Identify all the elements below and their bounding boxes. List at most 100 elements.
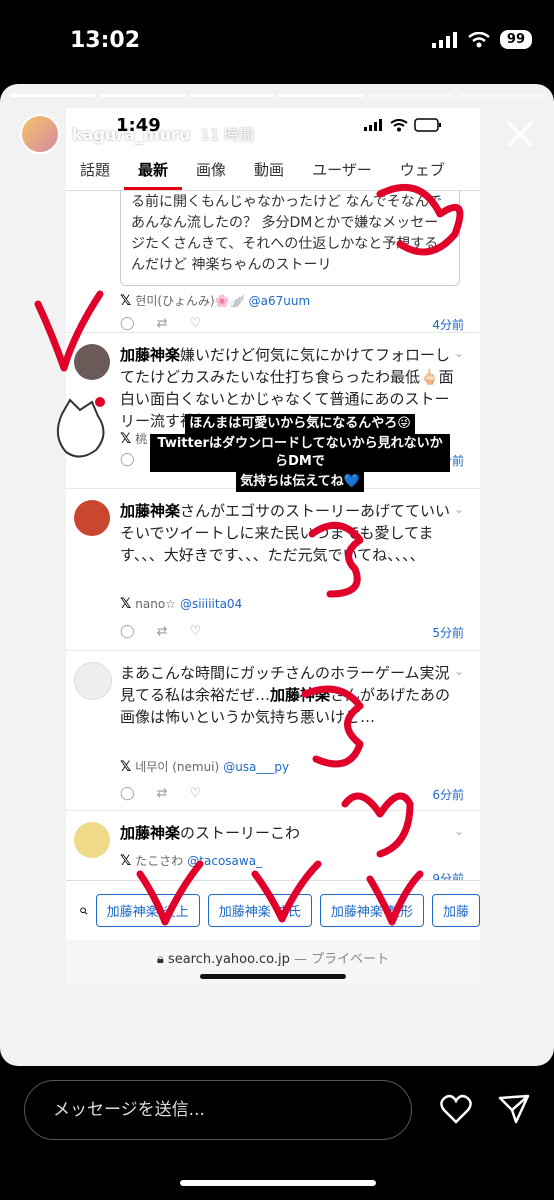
tweet-handle[interactable]: @a67uum	[249, 294, 311, 308]
tweet-user: 𝕏 nano☆ @siiiiita04	[120, 596, 242, 612]
tweet-actions: ◯ ⇄ ♡	[120, 316, 201, 331]
story-viewer[interactable]: 1:49 話題 最新 画像 動画 ユーザー ウェブ る前に開くもんじゃなかったけ…	[0, 84, 554, 1066]
overlay-line: ほんまは可愛いから気になるんやろ😜	[185, 414, 415, 434]
related-search-chip[interactable]: 加藤	[431, 894, 480, 927]
tweet-time[interactable]: 5分前	[432, 624, 464, 641]
x-logo-icon: 𝕏	[120, 596, 132, 612]
private-label: — プライベート	[293, 952, 390, 967]
tweet-actions: ◯ ⇄ ♡	[120, 624, 201, 639]
tab-trending[interactable]: 話題	[66, 152, 124, 190]
tab-images[interactable]: 画像	[182, 152, 240, 190]
reply-icon[interactable]: ◯	[120, 452, 135, 467]
avatar[interactable]	[74, 344, 110, 380]
x-logo-icon: 𝕏	[120, 292, 132, 309]
x-logo-icon: 𝕏	[120, 758, 132, 775]
close-icon[interactable]	[506, 120, 534, 148]
tweet-handle[interactable]: @usa___py	[223, 760, 289, 774]
heart-icon[interactable]	[440, 1094, 472, 1124]
tweet-username: nano☆	[135, 597, 176, 611]
related-search-chip[interactable]: 加藤神楽 整形	[319, 894, 424, 927]
status-time: 13:02	[70, 28, 141, 53]
more-options-icon[interactable]	[456, 131, 480, 137]
keyword-highlight: 加藤神楽	[120, 824, 181, 842]
tweet-text: 加藤神楽さんがエゴサのストーリーあげてていいそいでツイートしに来た民いつまでも愛…	[120, 500, 460, 566]
story-reply-bar: メッセージを送信...	[0, 1066, 554, 1200]
retweet-icon[interactable]: ⇄	[157, 624, 168, 639]
avatar[interactable]	[74, 822, 110, 858]
x-logo-icon: 𝕏	[120, 852, 132, 869]
tweet-time[interactable]: 4分前	[432, 316, 464, 333]
chevron-down-icon[interactable]: ⌄	[454, 664, 464, 678]
reply-icon[interactable]: ◯	[120, 624, 135, 639]
progress-segment	[10, 94, 96, 97]
avatar[interactable]	[74, 662, 112, 700]
tab-videos[interactable]: 動画	[240, 152, 298, 190]
tweet-handle[interactable]: @siiiiita04	[180, 597, 242, 611]
story-username[interactable]: kagura_muru	[72, 125, 190, 144]
search-icon	[80, 906, 88, 915]
keyword-highlight: 加藤神楽	[270, 686, 331, 704]
reply-icon[interactable]: ◯	[120, 786, 135, 801]
story-header: kagura_muru 11 時間	[20, 112, 534, 156]
tweet-username: たこさわ	[135, 854, 184, 868]
tweet-user: 𝕏 현미(ひょんみ)🌸🪽 @a67uum	[120, 292, 310, 309]
story-progress	[10, 94, 545, 97]
like-icon[interactable]: ♡	[189, 624, 201, 639]
tweet-username: 桃	[135, 432, 148, 446]
tweet-username: 네무이 (nemui)	[135, 760, 220, 774]
header-actions	[456, 120, 534, 148]
like-icon[interactable]: ♡	[189, 786, 201, 801]
progress-segment	[458, 94, 545, 97]
divider	[66, 650, 480, 651]
tweet-user: 𝕏 たこさわ @tacosawa_	[120, 852, 262, 869]
story-time-ago: 11 時間	[200, 125, 255, 144]
tweet-user: 𝕏 桃	[120, 430, 147, 447]
url-text: search.yahoo.co.jp	[167, 952, 290, 967]
related-search-chip[interactable]: 加藤神楽 炎上	[95, 894, 200, 927]
chevron-down-icon[interactable]: ⌄	[454, 824, 464, 838]
send-icon[interactable]	[498, 1094, 530, 1124]
search-tabs: 話題 最新 画像 動画 ユーザー ウェブ	[66, 152, 480, 191]
chevron-down-icon[interactable]: ⌄	[454, 502, 464, 516]
chevron-down-icon[interactable]: ⌄	[454, 346, 464, 360]
progress-segment	[99, 94, 186, 97]
retweet-icon[interactable]: ⇄	[157, 786, 168, 801]
overlay-line: Twitterはダウンロードしてないから見れないからDMで	[150, 434, 450, 472]
divider	[66, 332, 480, 333]
tweet-text: まあこんな時間にガッチさんのホラーゲーム実況見てる私は余裕だぜ…加藤神楽さんがあ…	[120, 662, 460, 728]
divider	[66, 810, 480, 811]
quoted-tweet[interactable]: る前に開くもんじゃなかったけど なんでそなんであんなん流したの？ 多分DMとかで…	[120, 190, 460, 286]
progress-segment	[368, 94, 455, 97]
tab-web[interactable]: ウェブ	[386, 152, 459, 190]
avatar[interactable]	[74, 500, 110, 536]
retweet-icon[interactable]: ⇄	[157, 316, 168, 331]
wifi-icon	[468, 31, 490, 47]
tweet-actions: ◯ ⇄ ♡	[120, 786, 201, 801]
tab-users[interactable]: ユーザー	[298, 152, 386, 190]
signal-icon	[431, 31, 457, 48]
like-icon[interactable]: ♡	[189, 316, 201, 331]
reply-icon[interactable]: ◯	[120, 316, 135, 331]
avatar[interactable]	[20, 114, 60, 154]
related-search-chip[interactable]: 加藤神楽 彼氏	[207, 894, 312, 927]
status-bar: 13:02 99	[0, 0, 554, 84]
keyword-highlight: 加藤神楽	[120, 502, 181, 520]
tweet-time[interactable]: 6分前	[432, 786, 464, 803]
battery-indicator: 99	[499, 30, 532, 49]
tweet-text: 加藤神楽のストーリーこわ	[120, 822, 460, 844]
message-input[interactable]: メッセージを送信...	[24, 1080, 412, 1140]
tweet-handle[interactable]: @tacosawa_	[187, 854, 262, 868]
story-text-overlay: ほんまは可愛いから気になるんやろ😜 Twitterはダウンロードしてないから見れ…	[150, 414, 450, 492]
overlay-line: 気持ちは伝えてね💙	[236, 472, 364, 492]
progress-segment	[189, 94, 276, 97]
tweet-text-body: のストーリーこわ	[180, 824, 301, 842]
progress-segment	[279, 94, 365, 97]
keyword-highlight: 加藤神楽	[120, 346, 181, 364]
x-logo-icon: 𝕏	[120, 430, 132, 447]
tab-latest[interactable]: 最新	[124, 152, 183, 190]
inner-home-indicator	[200, 974, 346, 979]
tweet-user: 𝕏 네무이 (nemui) @usa___py	[120, 758, 289, 775]
home-indicator	[180, 1180, 376, 1186]
embedded-screenshot: 1:49 話題 最新 画像 動画 ユーザー ウェブ る前に開くもんじゃなかったけ…	[66, 108, 480, 984]
tweet-username: 현미(ひょんみ)🌸🪽	[135, 294, 245, 308]
